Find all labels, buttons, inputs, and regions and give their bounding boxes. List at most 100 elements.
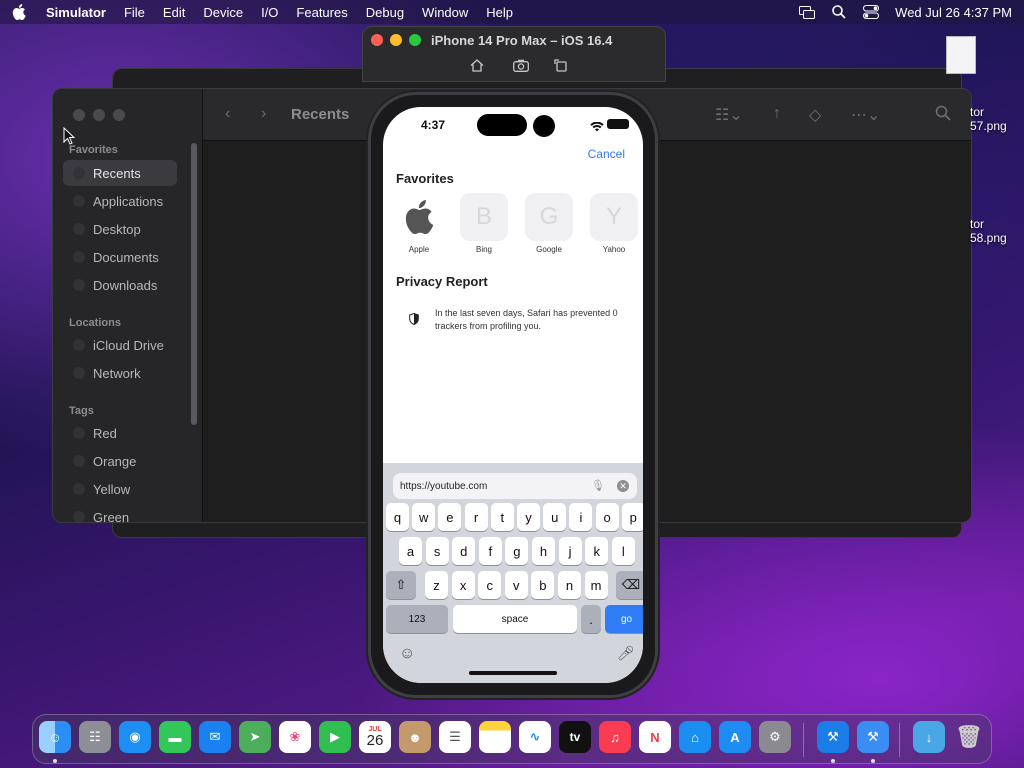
desktop-file-label[interactable]: tor 57.png: [970, 105, 1007, 133]
favorite-yahoo[interactable]: Y: [590, 193, 638, 241]
facetime-app-icon[interactable]: ▶: [319, 721, 351, 753]
menu-app-name[interactable]: Simulator: [46, 5, 106, 20]
key-p[interactable]: p: [621, 503, 643, 531]
safari-app-icon[interactable]: ◉: [119, 721, 151, 753]
period-key[interactable]: .: [581, 605, 601, 633]
key-r[interactable]: r: [464, 503, 488, 531]
search-icon[interactable]: [935, 105, 951, 126]
favorite-bing[interactable]: B: [460, 193, 508, 241]
downloads-folder-icon[interactable]: ↓: [913, 721, 945, 753]
maps-app-icon[interactable]: ➤: [239, 721, 271, 753]
apple-tv-app-icon[interactable]: tv: [559, 721, 591, 753]
sidebar-item-downloads[interactable]: Downloads: [63, 272, 177, 298]
keynote-app-icon[interactable]: ⌂: [679, 721, 711, 753]
menu-debug[interactable]: Debug: [366, 5, 404, 20]
cancel-button[interactable]: Cancel: [588, 147, 625, 161]
calendar-app-icon[interactable]: JUL 26: [359, 721, 391, 753]
trash-icon[interactable]: 🗑︎: [953, 721, 985, 753]
music-app-icon[interactable]: ♫: [599, 721, 631, 753]
view-options-icon[interactable]: ☷⌄: [715, 105, 743, 125]
sidebar-scrollbar[interactable]: [191, 143, 197, 425]
key-m[interactable]: m: [584, 571, 608, 599]
emoji-icon[interactable]: ☺︎: [399, 645, 415, 663]
photos-app-icon[interactable]: ❀: [279, 721, 311, 753]
menubar-clock[interactable]: Wed Jul 26 4:37 PM: [895, 5, 1012, 20]
screenshot-camera-icon[interactable]: [512, 57, 530, 73]
key-e[interactable]: e: [438, 503, 462, 531]
sidebar-tag-red[interactable]: Red: [63, 420, 177, 446]
key-k[interactable]: k: [585, 537, 609, 565]
news-app-icon[interactable]: N: [639, 721, 671, 753]
key-o[interactable]: o: [595, 503, 619, 531]
key-h[interactable]: h: [532, 537, 555, 565]
key-w[interactable]: w: [412, 503, 436, 531]
xcode-app-icon[interactable]: ⚒: [817, 721, 849, 753]
key-l[interactable]: l: [611, 537, 635, 565]
forward-chevron-icon[interactable]: ›: [261, 105, 266, 123]
screen-mirroring-icon[interactable]: [799, 5, 816, 19]
reminders-app-icon[interactable]: ☰: [439, 721, 471, 753]
key-x[interactable]: x: [451, 571, 475, 599]
privacy-report-text[interactable]: In the last seven days, Safari has preve…: [435, 307, 635, 333]
key-d[interactable]: d: [452, 537, 476, 565]
sidebar-item-icloud[interactable]: iCloud Drive: [63, 332, 177, 358]
sidebar-item-documents[interactable]: Documents: [63, 244, 177, 270]
menu-edit[interactable]: Edit: [163, 5, 185, 20]
delete-key[interactable]: ⌫: [616, 571, 643, 599]
freeform-app-icon[interactable]: ∿: [519, 721, 551, 753]
key-t[interactable]: t: [490, 503, 514, 531]
app-store-app-icon[interactable]: A: [719, 721, 751, 753]
url-input[interactable]: https://youtube.com 🎙︎ ✕: [393, 473, 637, 499]
messages-app-icon[interactable]: ▬: [159, 721, 191, 753]
menu-file[interactable]: File: [124, 5, 145, 20]
system-settings-app-icon[interactable]: ⚙: [759, 721, 791, 753]
sidebar-tag-yellow[interactable]: Yellow: [63, 476, 177, 502]
minimize-button[interactable]: [390, 34, 402, 46]
notes-app-icon[interactable]: [479, 721, 511, 753]
control-center-icon[interactable]: [863, 5, 880, 19]
favorite-google[interactable]: G: [525, 193, 573, 241]
sidebar-item-desktop[interactable]: Desktop: [63, 216, 177, 242]
key-n[interactable]: n: [558, 571, 581, 599]
key-q[interactable]: q: [386, 503, 409, 531]
home-icon[interactable]: [468, 57, 486, 73]
key-b[interactable]: b: [531, 571, 555, 599]
back-chevron-icon[interactable]: ‹: [225, 105, 230, 123]
share-icon[interactable]: ↑: [773, 105, 781, 123]
key-s[interactable]: s: [425, 537, 449, 565]
spotlight-search-icon[interactable]: [831, 5, 847, 19]
menu-window[interactable]: Window: [422, 5, 468, 20]
home-indicator[interactable]: [469, 671, 557, 675]
desktop-file-thumbnail[interactable]: [946, 36, 976, 74]
menu-features[interactable]: Features: [296, 5, 347, 20]
key-j[interactable]: j: [558, 537, 582, 565]
key-a[interactable]: a: [399, 537, 422, 565]
key-y[interactable]: y: [517, 503, 540, 531]
zoom-button[interactable]: [113, 109, 125, 121]
menu-help[interactable]: Help: [486, 5, 513, 20]
sidebar-tag-orange[interactable]: Orange: [63, 448, 177, 474]
key-z[interactable]: z: [425, 571, 448, 599]
mail-app-icon[interactable]: ✉: [199, 721, 231, 753]
sidebar-item-applications[interactable]: Applications: [63, 188, 177, 214]
space-key[interactable]: space: [453, 605, 577, 633]
rotate-device-icon[interactable]: [552, 57, 570, 73]
shift-key[interactable]: ⇧: [386, 571, 416, 599]
finder-app-icon[interactable]: ☺: [39, 721, 71, 753]
sidebar-item-recents[interactable]: Recents: [63, 160, 177, 186]
numbers-key[interactable]: 123: [386, 605, 448, 633]
sidebar-tag-green[interactable]: Green: [63, 504, 177, 522]
desktop-file-label[interactable]: tor 58.png: [970, 217, 1007, 245]
close-button[interactable]: [73, 109, 85, 121]
contacts-app-icon[interactable]: ☻: [399, 721, 431, 753]
key-g[interactable]: g: [505, 537, 529, 565]
zoom-button[interactable]: [409, 34, 421, 46]
clear-text-icon[interactable]: ✕: [617, 480, 629, 492]
launchpad-app-icon[interactable]: ☷: [79, 721, 111, 753]
phone-screen[interactable]: 4:37 Cancel Favorites Apple B Bing G Goo…: [383, 107, 643, 683]
go-key[interactable]: go: [605, 605, 643, 633]
close-button[interactable]: [371, 34, 383, 46]
minimize-button[interactable]: [93, 109, 105, 121]
apple-menu-icon[interactable]: [12, 4, 30, 20]
sidebar-item-network[interactable]: Network: [63, 360, 177, 386]
